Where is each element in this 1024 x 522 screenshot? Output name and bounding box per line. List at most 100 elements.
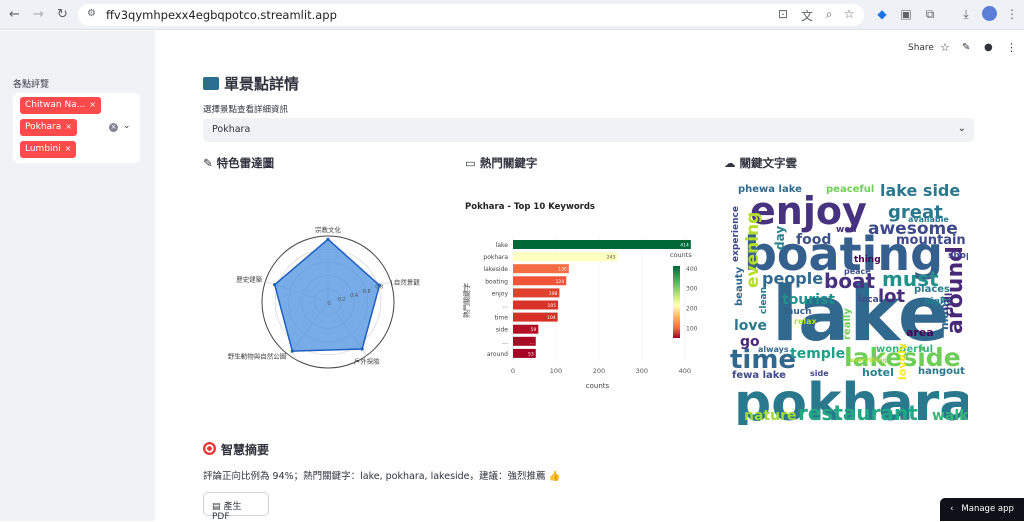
- cloud-icon: ☁: [724, 156, 736, 170]
- reload-icon[interactable]: ↻: [57, 7, 68, 22]
- notion-icon[interactable]: ▣: [898, 7, 914, 21]
- profile-avatar[interactable]: [982, 6, 997, 21]
- wordcloud-word: phewa lake: [738, 184, 802, 195]
- wordcloud-word: nature: [744, 408, 796, 424]
- bar-x-tick-label: 300: [636, 367, 648, 375]
- bar-x-tick-label: 0: [511, 367, 515, 375]
- bar-category-label: around: [487, 351, 508, 358]
- wordcloud-word: day: [773, 226, 787, 250]
- extensions-puzzle-icon[interactable]: ⧉: [922, 7, 938, 22]
- wordcloud-word: mountain: [896, 233, 966, 248]
- site-settings-icon[interactable]: ⚙: [87, 8, 96, 19]
- forward-icon[interactable]: →: [33, 7, 44, 22]
- tag-chitwan[interactable]: Chitwan Na... ×: [20, 97, 101, 114]
- clear-all-icon[interactable]: ×: [109, 123, 118, 132]
- bar-value-label: 105: [548, 303, 557, 309]
- colorbar-tick-label: 300: [686, 286, 698, 293]
- wordcloud-word: hotel: [862, 366, 894, 379]
- radar-tick-label: 0.4: [350, 293, 358, 299]
- download-icon[interactable]: ⤓: [958, 7, 974, 22]
- bar-x-tick-label: 400: [679, 367, 691, 375]
- chevron-down-icon: ⌄: [957, 123, 966, 134]
- multiselect-label: 各點評覽: [13, 80, 50, 90]
- wordcloud-word: lovely: [896, 343, 909, 380]
- location-select[interactable]: Pokhara ⌄: [203, 118, 974, 142]
- app-menu-icon[interactable]: ⋮: [1006, 41, 1017, 54]
- bar-x-tick-label: 200: [593, 367, 605, 375]
- radar-tick-label: 0.6: [363, 289, 371, 295]
- colorbar-title: counts: [670, 251, 692, 259]
- wordcloud-word: local: [858, 295, 882, 305]
- bar-value-label: ...: [529, 340, 533, 345]
- browser-toolbar: ← → ↻ ⚙ ffv3qymhpexx4egbqpotco.streamlit…: [0, 0, 1024, 30]
- edit-pencil-icon[interactable]: ✎: [962, 42, 970, 53]
- bar-value-label: 59: [531, 327, 537, 333]
- wordcloud-word: side: [810, 369, 829, 378]
- radar-tick-label: 0: [327, 301, 330, 307]
- wordcloud-header: ☁ 關鍵文字雲: [724, 156, 797, 170]
- bookmark-star-icon[interactable]: ☆: [841, 7, 857, 21]
- colorbar-tick-label: 200: [686, 306, 698, 313]
- bar-value-label: 104: [547, 315, 556, 321]
- wordcloud-word: available: [908, 215, 949, 224]
- book-icon: [203, 77, 219, 90]
- location-multiselect[interactable]: Chitwan Na... × Pokhara × Lumbini × × ⌄: [13, 93, 140, 163]
- remove-tag-icon[interactable]: ×: [65, 144, 72, 153]
- install-app-icon[interactable]: ⊡: [775, 7, 791, 21]
- bar-category-label: pokhara: [483, 254, 508, 261]
- share-button[interactable]: Share: [908, 43, 934, 53]
- radar-axis-label: 自然景觀: [394, 278, 421, 287]
- github-icon[interactable]: ●: [984, 42, 993, 53]
- wordcloud-word: people: [762, 269, 823, 288]
- tag-pokhara[interactable]: Pokhara ×: [20, 119, 77, 136]
- translate-icon[interactable]: 文: [799, 7, 815, 24]
- wordcloud-word: hangout: [918, 366, 965, 377]
- wordcloud-word: peaceful: [826, 184, 874, 195]
- bar-category-label: side: [496, 327, 509, 334]
- wordcloud-word: lot: [878, 286, 906, 307]
- keywords-header: ▭ 熱門關鍵字: [465, 156, 538, 170]
- radar-tick-label: 0.2: [338, 297, 346, 303]
- bar-value-label: 124: [556, 279, 565, 285]
- star-icon[interactable]: ☆: [940, 41, 950, 54]
- wordcloud-word: temple: [790, 346, 845, 362]
- chevron-left-icon: ‹: [950, 504, 954, 514]
- radar-point: [290, 349, 294, 353]
- tag-lumbini[interactable]: Lumbini ×: [20, 141, 77, 158]
- extension-icon[interactable]: ◆: [874, 7, 890, 21]
- wordcloud-word: relax: [794, 317, 818, 326]
- wordcloud-word: food: [796, 232, 831, 248]
- remove-tag-icon[interactable]: ×: [89, 100, 96, 109]
- radar-axis-label: 戶外探險: [354, 356, 381, 365]
- chevron-down-icon[interactable]: ⌄: [123, 121, 131, 131]
- bar-x-tick-label: 100: [550, 367, 562, 375]
- bar-value-label: 414: [680, 243, 689, 249]
- wordcloud-word: always: [758, 345, 789, 354]
- wordcloud-word: thing: [854, 255, 881, 265]
- bar-category-label: boating: [485, 278, 508, 285]
- wordcloud-word: walk: [932, 408, 968, 424]
- zoom-icon[interactable]: ⌕: [821, 7, 837, 22]
- page-title: 單景點詳情: [203, 73, 299, 94]
- wordcloud-word: peace: [844, 267, 871, 276]
- manage-app-button[interactable]: ‹ Manage app: [940, 498, 1024, 521]
- bar: [513, 252, 618, 262]
- generate-pdf-button[interactable]: ▤ 產生 PDF: [203, 492, 269, 522]
- bar-chart-title: Pokhara - Top 10 Keywords: [465, 202, 595, 212]
- colorbar-tick-label: 100: [686, 326, 698, 333]
- bar-category-label: lakeside: [483, 266, 508, 273]
- radar-point: [326, 237, 330, 241]
- paint-icon: ✎: [203, 156, 213, 170]
- document-icon: ▤: [212, 502, 221, 512]
- wordcloud-word: clean: [759, 287, 769, 314]
- wordcloud-word: much: [784, 307, 812, 317]
- address-bar[interactable]: ⚙ ffv3qymhpexx4egbqpotco.streamlit.app ⊡…: [78, 4, 864, 26]
- bar-value-label: 243: [607, 255, 616, 261]
- back-icon[interactable]: ←: [9, 7, 20, 22]
- radar-point: [360, 347, 364, 351]
- bar-category-label: enjoy: [492, 290, 509, 297]
- radar-tick-label: 0.8: [375, 285, 383, 291]
- browser-menu-icon[interactable]: ⋮: [1004, 7, 1020, 21]
- radar-axis-label: 野生動物與自然公園: [228, 351, 287, 360]
- remove-tag-icon[interactable]: ×: [65, 122, 72, 131]
